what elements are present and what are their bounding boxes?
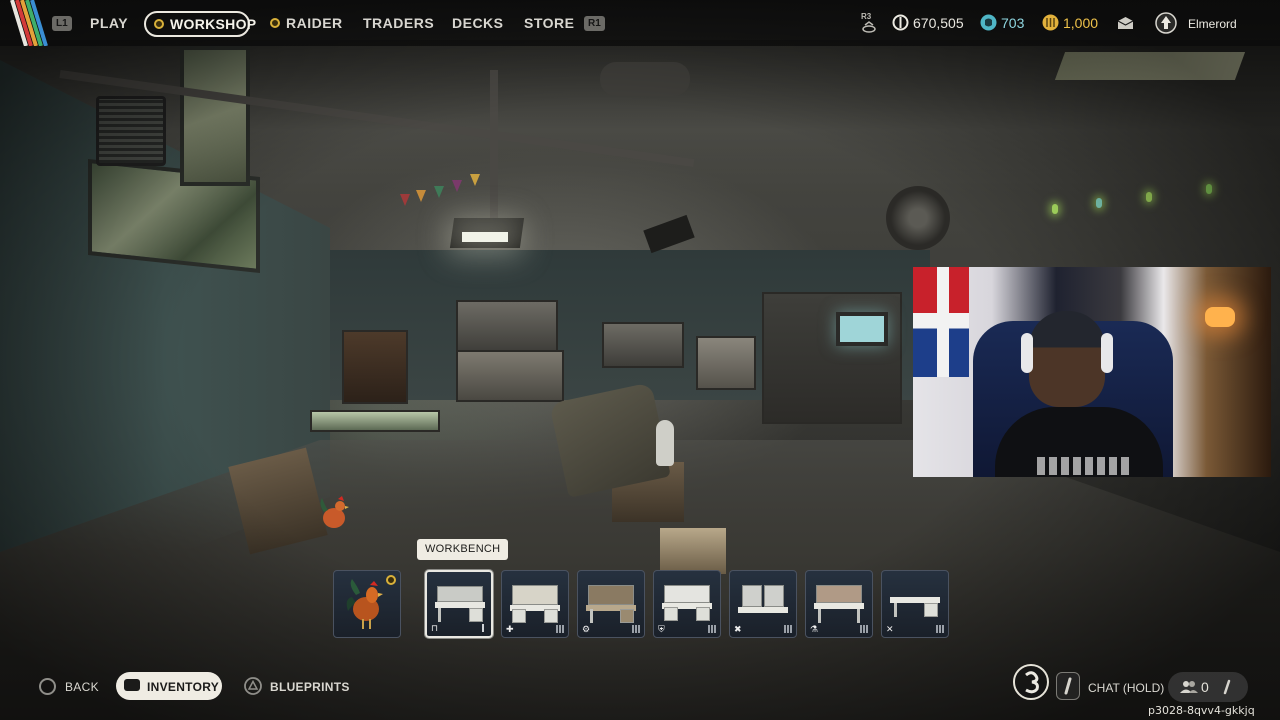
level-three-icon — [556, 625, 564, 633]
hotbar-slot-explosives-station[interactable]: ✖ — [729, 570, 797, 638]
circle-button-icon — [39, 678, 56, 695]
raider-token-value: 703 — [1001, 15, 1025, 31]
gear-icon: ⚙ — [582, 624, 591, 634]
hotbar-slot-utility-station[interactable]: ⚗ — [805, 570, 873, 638]
hotbar-slot-workbench[interactable]: ⊓ — [425, 570, 493, 638]
hotbar-slot-rooster[interactable] — [333, 570, 401, 638]
gold-coins-value: 1,000 — [1063, 15, 1099, 31]
envelope-icon[interactable] — [1117, 16, 1134, 30]
chat-keybind[interactable] — [1056, 672, 1080, 700]
gear-bench-thumbnail — [586, 579, 636, 623]
shield-icon: ⛨ — [658, 624, 665, 634]
inventory-label: INVENTORY — [147, 680, 220, 694]
level-three-icon — [632, 625, 640, 633]
streamer-webcam — [913, 267, 1271, 477]
shirt-graphic — [1037, 457, 1133, 475]
top-nav-bar: L1 PLAY WORKSHOP RAIDER TRADERS DECKS ST… — [0, 0, 1280, 46]
utility-station-thumbnail — [814, 579, 864, 623]
r3-hint: R3 — [861, 12, 872, 21]
touchpad-icon — [124, 679, 140, 691]
level-three-icon — [708, 625, 716, 633]
plus-icon: ✚ — [506, 624, 514, 634]
crossed-icon: ✖ — [734, 624, 742, 634]
hotbar-slot-medical-lab[interactable]: ⛨ — [653, 570, 721, 638]
nav-decks[interactable]: DECKS — [452, 15, 504, 31]
nav-store[interactable]: STORE — [524, 15, 574, 31]
explosives-station-thumbnail — [738, 579, 788, 621]
hotbar-slot-gear-bench[interactable]: ⚙ — [577, 570, 645, 638]
chat-label: CHAT (HOLD) — [1088, 681, 1165, 695]
medical-lab-thumbnail — [662, 579, 712, 621]
bench-icon: ⊓ — [431, 623, 439, 633]
item-tooltip: WORKBENCH — [417, 539, 509, 560]
level-three-icon — [936, 625, 944, 633]
streamer-head — [1029, 311, 1105, 407]
new-item-dot-icon — [386, 575, 396, 585]
flask-icon: ⚗ — [810, 624, 819, 634]
party-count: 0 — [1201, 679, 1209, 695]
refiner-thumbnail — [890, 579, 940, 621]
nav-play[interactable]: PLAY — [90, 15, 128, 31]
hotbar-slot-refiner[interactable]: ✕ — [881, 570, 949, 638]
raider-token-icon — [980, 14, 997, 31]
nav-workshop[interactable]: WORKSHOP — [144, 11, 256, 37]
flag-stripe — [937, 267, 949, 377]
rooster-icon — [346, 579, 383, 629]
blueprints-button[interactable]: BLUEPRINTS — [270, 680, 350, 694]
username[interactable]: Elmerord — [1188, 17, 1237, 31]
gold-coins-icon — [1042, 14, 1059, 31]
notification-dot-icon — [154, 19, 164, 29]
coins-value: 670,505 — [913, 15, 964, 31]
warm-lamp — [1205, 307, 1235, 327]
l1-bumper-hint: L1 — [52, 16, 72, 31]
nav-raider[interactable]: RAIDER — [286, 15, 343, 31]
streamer-emblem-icon — [1025, 671, 1039, 694]
triangle-button-icon — [244, 677, 262, 695]
hotbar-slot-gunsmith[interactable]: ✚ — [501, 570, 569, 638]
streamer-logo-icon — [1013, 664, 1049, 700]
nav-workshop-label: WORKSHOP — [170, 16, 257, 32]
level-one-icon — [482, 624, 484, 632]
headphone-left — [1021, 333, 1033, 373]
game-logo-icon — [10, 0, 48, 46]
avatar-rank-icon[interactable] — [1155, 12, 1177, 34]
pencil-icon — [1064, 677, 1072, 695]
x-icon: ✕ — [886, 624, 894, 634]
r3-stick-icon — [862, 21, 876, 33]
session-code: p3028-8qvv4-gkkjq — [1148, 704, 1255, 717]
coins-icon — [892, 14, 909, 31]
pencil-icon — [1223, 679, 1231, 695]
gunsmith-thumbnail — [510, 579, 560, 623]
workbench-thumbnail — [435, 580, 485, 622]
headphone-right — [1101, 333, 1113, 373]
level-three-icon — [860, 625, 868, 633]
back-button[interactable]: BACK — [65, 680, 99, 694]
party-members-icon — [1180, 681, 1198, 693]
notification-dot-icon — [270, 18, 280, 28]
r1-bumper-hint: R1 — [584, 16, 605, 31]
level-three-icon — [784, 625, 792, 633]
nav-traders[interactable]: TRADERS — [363, 15, 434, 31]
